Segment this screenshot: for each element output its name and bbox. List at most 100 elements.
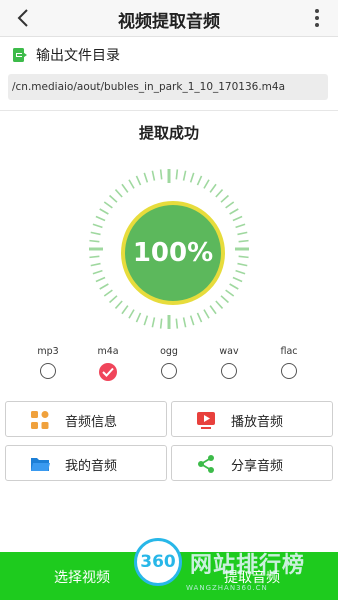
dial-tick xyxy=(215,189,224,198)
dial-tick xyxy=(135,175,142,186)
dial-tick xyxy=(143,315,149,326)
dial-tick xyxy=(159,169,163,180)
dial-tick xyxy=(232,215,243,222)
more-vertical-icon-dot xyxy=(315,23,319,27)
format-radio[interactable] xyxy=(161,363,177,379)
output-directory-label: 输出文件目录 xyxy=(36,48,120,64)
format-selector: mp3 m4a ogg wav flac xyxy=(0,346,338,386)
format-radio[interactable] xyxy=(40,363,56,379)
watermark-subtext: WANGZHAN360.CN xyxy=(186,584,268,592)
dial-tick xyxy=(114,300,123,309)
play-audio-button[interactable]: 播放音频 xyxy=(171,401,333,437)
dial-tick xyxy=(89,255,100,259)
dial-tick xyxy=(103,201,113,209)
dial-tick xyxy=(128,179,135,189)
format-label: ogg xyxy=(160,346,178,357)
format-label: flac xyxy=(280,346,298,357)
audio-info-label: 音频信息 xyxy=(64,415,117,430)
format-option-m4a[interactable]: m4a xyxy=(78,346,138,385)
output-path-field[interactable]: /cn.mediaio/aout/bubles_in_park_1_10_170… xyxy=(8,74,328,100)
dial-tick xyxy=(209,183,217,193)
dial-tick xyxy=(103,289,113,297)
dial-tick xyxy=(159,318,163,329)
page-title: 视频提取音频 xyxy=(118,12,220,32)
progress-percentage: 100% xyxy=(132,238,214,268)
dial-tick xyxy=(209,305,217,315)
format-radio-checked[interactable] xyxy=(99,363,117,381)
dial-tick xyxy=(215,300,224,309)
dial-tick xyxy=(175,318,179,329)
dial-tick xyxy=(196,312,203,323)
dial-tick xyxy=(95,215,106,222)
dial-tick xyxy=(225,201,235,209)
dial-tick xyxy=(238,239,249,243)
format-option-ogg[interactable]: ogg xyxy=(139,346,199,383)
dial-tick xyxy=(220,295,229,304)
check-icon xyxy=(102,367,114,377)
select-video-button[interactable]: 选择视频 xyxy=(54,567,110,587)
dial-tick xyxy=(135,312,142,323)
my-audio-label: 我的音频 xyxy=(64,459,117,474)
dial-tick xyxy=(235,269,246,275)
dial-tick xyxy=(182,170,187,181)
dial-tick xyxy=(109,295,118,304)
dial-tick xyxy=(90,262,101,267)
dial-tick xyxy=(229,208,239,215)
progress-circle: 100% xyxy=(121,201,225,305)
dial-tick xyxy=(220,194,229,203)
dial-tick xyxy=(89,239,100,243)
audio-info-button[interactable]: 音频信息 xyxy=(5,401,167,437)
watermark-badge: 360 xyxy=(140,552,176,572)
dial-tick xyxy=(151,317,156,328)
dial-tick xyxy=(225,289,235,297)
dial-tick xyxy=(196,175,203,186)
dial-tick xyxy=(92,269,103,275)
more-vertical-icon xyxy=(315,9,319,13)
dial-tick xyxy=(109,194,118,203)
my-audio-button[interactable]: 我的音频 xyxy=(5,445,167,481)
watermark-text: 网站排行榜 xyxy=(190,553,306,578)
dial-tick xyxy=(121,183,129,193)
dial-tick xyxy=(143,172,149,183)
dial-tick xyxy=(92,223,103,229)
watermark-logo: 360 xyxy=(134,538,182,586)
play-audio-label: 播放音频 xyxy=(230,415,283,430)
format-radio[interactable] xyxy=(221,363,237,379)
dial-tick xyxy=(237,231,248,236)
dial-tick xyxy=(229,283,239,290)
more-vertical-icon-dot xyxy=(315,16,319,20)
dial-tick xyxy=(99,283,109,290)
share-audio-label: 分享音频 xyxy=(230,459,283,474)
more-menu-button[interactable] xyxy=(308,6,326,30)
dial-tick xyxy=(90,231,101,236)
dial-tick xyxy=(235,223,246,229)
dial-tick xyxy=(128,309,135,319)
dial-tick xyxy=(189,172,195,183)
dial-tick xyxy=(95,276,106,283)
share-audio-button[interactable]: 分享音频 xyxy=(171,445,333,481)
dial-tick xyxy=(203,309,210,319)
app-header: 视频提取音频 xyxy=(0,0,338,37)
format-radio[interactable] xyxy=(281,363,297,379)
dial-tick xyxy=(182,317,187,328)
dial-tick xyxy=(114,189,123,198)
dial-tick xyxy=(189,315,195,326)
format-option-flac[interactable]: flac xyxy=(259,346,319,383)
dial-tick xyxy=(203,179,210,189)
status-text: 提取成功 xyxy=(138,124,199,142)
divider xyxy=(0,110,338,111)
dial-tick xyxy=(232,276,243,283)
dial-tick xyxy=(121,305,129,315)
dial-tick xyxy=(175,169,179,180)
dial-tick xyxy=(99,208,109,215)
output-directory: 输出文件目录 xyxy=(12,45,120,65)
format-option-wav[interactable]: wav xyxy=(199,346,259,383)
dial-tick xyxy=(238,255,249,259)
format-label: m4a xyxy=(97,346,119,357)
format-label: mp3 xyxy=(37,346,59,357)
format-option-mp3[interactable]: mp3 xyxy=(18,346,78,383)
dial-tick xyxy=(237,262,248,267)
export-icon xyxy=(13,48,27,62)
format-label: wav xyxy=(219,346,239,357)
dial-tick xyxy=(151,170,156,181)
